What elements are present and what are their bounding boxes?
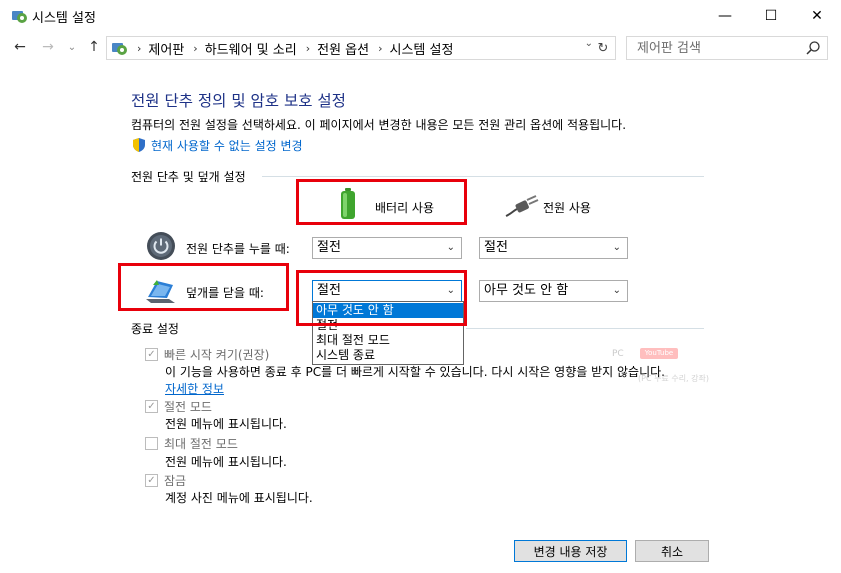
breadcrumb-hardware-sound[interactable]: 하드웨어 및 소리	[205, 39, 297, 58]
chevron-down-icon: ⌄	[612, 285, 621, 296]
section-divider	[466, 328, 704, 329]
checkmark-icon: ✓	[147, 475, 156, 486]
breadcrumb-separator[interactable]: ›	[193, 42, 197, 55]
power-plug-icon	[505, 195, 539, 217]
power-button-battery-select[interactable]: 절전 ⌄	[312, 237, 462, 259]
page-description: 컴퓨터의 전원 설정을 선택하세요. 이 페이지에서 변경한 내용은 모든 전원…	[131, 118, 627, 132]
breadcrumb-separator[interactable]: ›	[378, 42, 382, 55]
sleep-label: 절전 모드	[164, 400, 212, 414]
minimize-button[interactable]: —	[702, 0, 748, 32]
power-button-plugged-select[interactable]: 절전 ⌄	[479, 237, 628, 259]
lock-label: 잠금	[164, 474, 187, 488]
forward-button[interactable]: →	[38, 36, 58, 58]
search-icon	[806, 41, 820, 55]
maximize-button[interactable]: ☐	[748, 0, 794, 32]
sleep-checkbox[interactable]: ✓	[145, 400, 158, 413]
control-panel-icon	[12, 11, 27, 23]
checkmark-icon: ✓	[147, 401, 156, 412]
hibernate-description: 전원 메뉴에 표시됩니다.	[165, 455, 287, 469]
shutdown-section-heading: 종료 설정	[131, 322, 179, 336]
watermark-caption: (PC 무료 수리, 강좌)	[638, 374, 709, 383]
lock-checkbox[interactable]: ✓	[145, 474, 158, 487]
watermark: PC YouTube (PC 무료 수리, 강좌)	[600, 345, 709, 395]
up-button[interactable]: ↑	[84, 36, 104, 58]
option-hibernate[interactable]: 최대 절전 모드	[313, 333, 463, 348]
search-box[interactable]	[626, 36, 828, 60]
fast-startup-description: 이 기능을 사용하면 종료 후 PC를 더 빠르게 시작할 수 있습니다. 다시…	[165, 365, 665, 379]
uac-shield-icon	[133, 138, 145, 152]
power-button-action-label: 전원 단추를 누를 때:	[186, 242, 290, 256]
lid-close-row-highlight	[118, 263, 289, 311]
chevron-down-icon: ⌄	[612, 242, 621, 253]
breadcrumb-system-settings[interactable]: 시스템 설정	[390, 39, 454, 58]
hibernate-checkbox[interactable]	[145, 437, 158, 450]
recent-locations-button[interactable]: ⌄	[62, 36, 82, 58]
control-panel-icon	[112, 43, 127, 55]
checkmark-icon: ✓	[147, 349, 156, 360]
search-input[interactable]	[637, 37, 807, 59]
chevron-down-icon: ⌄	[446, 242, 455, 253]
address-bar[interactable]: › 제어판 › 하드웨어 및 소리 › 전원 옵션 › 시스템 설정 ⌄ ↻	[106, 36, 616, 60]
page-title: 전원 단추 정의 및 암호 보호 설정	[131, 92, 346, 110]
hibernate-label: 최대 절전 모드	[164, 437, 238, 451]
power-buttons-section-heading: 전원 단추 및 덮개 설정	[131, 170, 246, 184]
breadcrumb-separator: ›	[137, 41, 142, 55]
close-button[interactable]: ✕	[794, 0, 840, 32]
lid-close-select-highlight	[296, 270, 467, 326]
watermark-pc: PC	[612, 349, 624, 359]
window-title: 시스템 설정	[32, 11, 96, 26]
selected-value: 절전	[317, 240, 341, 255]
back-button[interactable]: ←	[10, 36, 30, 58]
fast-startup-label: 빠른 시작 켜기(권장)	[164, 348, 270, 362]
save-changes-button[interactable]: 변경 내용 저장	[514, 540, 627, 562]
more-info-link[interactable]: 자세한 정보	[165, 380, 224, 397]
navigation-bar: ← → ⌄ ↑ › 제어판 › 하드웨어 및 소리 › 전원 옵션 › 시스템 …	[0, 32, 841, 62]
sleep-description: 전원 메뉴에 표시됩니다.	[165, 417, 287, 431]
youtube-logo: YouTube	[640, 348, 678, 359]
breadcrumb-separator[interactable]: ›	[306, 42, 310, 55]
breadcrumb-power-options[interactable]: 전원 옵션	[317, 39, 369, 58]
lid-close-plugged-select[interactable]: 아무 것도 안 함 ⌄	[479, 280, 628, 302]
footer-divider	[0, 530, 841, 531]
plugged-in-column-heading: 전원 사용	[543, 201, 591, 215]
change-unavailable-settings-link[interactable]: 현재 사용할 수 없는 설정 변경	[151, 137, 303, 154]
power-button-icon	[147, 232, 175, 260]
breadcrumb-control-panel[interactable]: 제어판	[148, 39, 184, 58]
title-bar: 시스템 설정 — ☐ ✕	[0, 0, 841, 32]
selected-value: 아무 것도 안 함	[484, 283, 569, 298]
fast-startup-checkbox[interactable]: ✓	[145, 348, 158, 361]
lock-description: 계정 사진 메뉴에 표시됩니다.	[165, 491, 313, 505]
battery-column-highlight	[296, 179, 467, 225]
section-divider	[262, 176, 704, 177]
option-shut-down[interactable]: 시스템 종료	[313, 348, 463, 363]
refresh-button[interactable]: ↻	[594, 39, 612, 57]
cancel-button[interactable]: 취소	[635, 540, 709, 562]
address-dropdown-button[interactable]: ⌄	[585, 38, 593, 49]
selected-value: 절전	[484, 240, 508, 255]
